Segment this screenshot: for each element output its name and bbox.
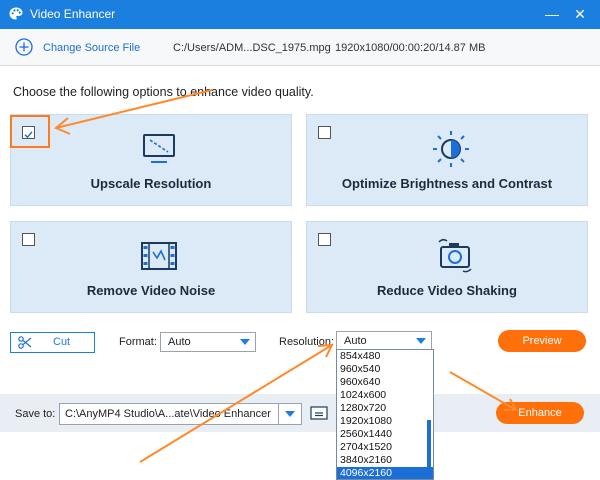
save-path: C:\AnyMP4 Studio\A...ate\Video Enhancer bbox=[65, 408, 271, 420]
option-label: Remove Video Noise bbox=[86, 283, 216, 298]
enhance-button[interactable]: Enhance bbox=[496, 402, 584, 424]
noise-checkbox[interactable] bbox=[22, 233, 35, 246]
cut-button[interactable]: Cut bbox=[10, 332, 95, 353]
resolution-value: Auto bbox=[344, 335, 367, 347]
option-upscale-resolution[interactable]: Upscale Resolution bbox=[10, 114, 292, 206]
option-label: Upscale Resolution bbox=[90, 176, 212, 191]
minimize-button[interactable]: — bbox=[542, 4, 562, 24]
resolution-option[interactable]: 2704x1520 bbox=[337, 441, 433, 454]
chevron-down-icon bbox=[416, 338, 426, 344]
option-optimize-brightness[interactable]: Optimize Brightness and Contrast bbox=[306, 114, 588, 206]
option-label: Reduce Video Shaking bbox=[377, 283, 517, 298]
format-label: Format: bbox=[119, 336, 157, 348]
title-bar: Video Enhancer — ✕ bbox=[0, 0, 600, 29]
format-value: Auto bbox=[168, 336, 191, 348]
save-to-label: Save to: bbox=[15, 408, 56, 420]
folder-icon[interactable] bbox=[310, 405, 328, 420]
scrollbar[interactable] bbox=[427, 420, 431, 479]
brightness-icon bbox=[433, 131, 469, 167]
resolution-option[interactable]: 960x540 bbox=[337, 363, 433, 376]
instruction-text: Choose the following options to enhance … bbox=[13, 85, 314, 99]
option-label: Optimize Brightness and Contrast bbox=[341, 176, 553, 191]
option-reduce-shaking[interactable]: Reduce Video Shaking bbox=[306, 221, 588, 313]
resolution-option[interactable]: 1280x720 bbox=[337, 402, 433, 415]
scissors-icon bbox=[18, 336, 32, 349]
source-file-bar: Change Source File C:/Users/ADM...DSC_19… bbox=[0, 29, 600, 65]
preview-button[interactable]: Preview bbox=[498, 330, 586, 352]
resolution-option[interactable]: 854x480 bbox=[337, 350, 433, 363]
film-icon bbox=[141, 242, 177, 270]
resolution-option[interactable]: 3840x2160 bbox=[337, 454, 433, 467]
resolution-option[interactable]: 1920x1080 bbox=[337, 415, 433, 428]
resolution-label: Resolution: bbox=[279, 336, 335, 348]
palette-icon bbox=[9, 7, 23, 20]
resolution-dropdown-list[interactable]: 854x480 960x540 960x640 1024x600 1280x720 192… bbox=[336, 349, 434, 480]
monitor-icon bbox=[143, 134, 175, 163]
option-remove-noise[interactable]: Remove Video Noise bbox=[10, 221, 292, 313]
file-path: C:/Users/ADM...DSC_1975.mpg bbox=[173, 42, 331, 54]
chevron-down-icon[interactable] bbox=[278, 404, 301, 424]
resolution-option[interactable]: 960x640 bbox=[337, 376, 433, 389]
add-circle-icon[interactable] bbox=[15, 38, 33, 56]
checkmark-icon bbox=[24, 131, 33, 139]
cut-label: Cut bbox=[53, 336, 71, 348]
format-select[interactable]: Auto bbox=[160, 332, 256, 352]
file-info: 1920x1080/00:00:20/14.87 MB bbox=[335, 42, 486, 54]
resolution-option[interactable]: 4096x2160 bbox=[337, 467, 433, 479]
shaky-camera-icon bbox=[438, 238, 472, 273]
resolution-option[interactable]: 1024x600 bbox=[337, 389, 433, 402]
close-button[interactable]: ✕ bbox=[570, 4, 590, 24]
upscale-checkbox[interactable] bbox=[22, 126, 35, 139]
chevron-down-icon bbox=[240, 339, 250, 345]
shaking-checkbox[interactable] bbox=[318, 233, 331, 246]
brightness-checkbox[interactable] bbox=[318, 126, 331, 139]
window-title: Video Enhancer bbox=[30, 7, 116, 21]
change-source-file-link[interactable]: Change Source File bbox=[43, 42, 140, 54]
resolution-select[interactable]: Auto bbox=[336, 331, 432, 351]
resolution-option[interactable]: 2560x1440 bbox=[337, 428, 433, 441]
save-path-field[interactable]: C:\AnyMP4 Studio\A...ate\Video Enhancer bbox=[59, 403, 302, 425]
divider bbox=[0, 65, 600, 66]
